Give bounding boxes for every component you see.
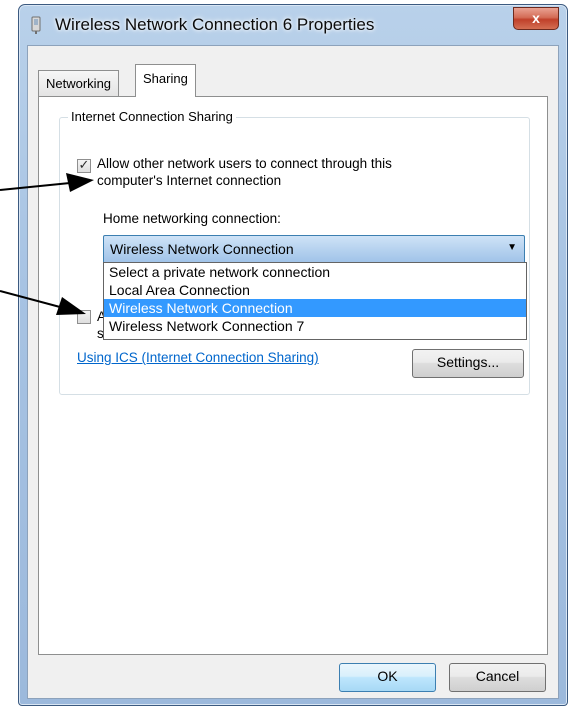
combo-selected-value: Wireless Network Connection — [110, 241, 294, 257]
title-bar[interactable]: Wireless Network Connection 6 Properties… — [19, 5, 567, 45]
tab-networking[interactable]: Networking — [38, 70, 120, 97]
allow-sharing-label-line1: Allow other network users to connect thr… — [97, 156, 392, 171]
dropdown-option[interactable]: Wireless Network Connection 7 — [104, 317, 526, 335]
chevron-down-icon: ▼ — [507, 242, 517, 253]
dropdown-option[interactable]: Select a private network connection — [104, 263, 526, 281]
tab-sharing-label: Sharing — [143, 71, 188, 86]
network-adapter-icon — [31, 16, 41, 34]
group-title: Internet Connection Sharing — [68, 109, 236, 124]
home-networking-label: Home networking connection: — [103, 211, 281, 226]
ics-groupbox: Internet Connection Sharing ✓ Allow othe… — [59, 109, 530, 395]
close-icon: x — [532, 10, 540, 26]
ics-help-link[interactable]: Using ICS (Internet Connection Sharing) — [77, 350, 319, 365]
cancel-button[interactable]: Cancel — [449, 663, 546, 692]
connection-dropdown-list: Select a private network connection Loca… — [103, 262, 527, 340]
tab-networking-label: Networking — [46, 76, 112, 91]
sharing-tab-panel: Internet Connection Sharing ✓ Allow othe… — [38, 96, 548, 655]
tab-sharing[interactable]: Sharing — [135, 64, 196, 97]
allow-sharing-checkbox[interactable]: ✓ — [77, 157, 91, 173]
settings-button[interactable]: Settings... — [412, 349, 524, 378]
dropdown-option[interactable]: Local Area Connection — [104, 281, 526, 299]
home-connection-combobox[interactable]: Wireless Network Connection ▼ — [103, 235, 525, 264]
checkmark-icon: ✓ — [78, 157, 90, 172]
dropdown-option-selected[interactable]: Wireless Network Connection — [104, 299, 526, 317]
ok-button[interactable]: OK — [339, 663, 436, 692]
window-title: Wireless Network Connection 6 Properties — [55, 15, 375, 34]
properties-window: Wireless Network Connection 6 Properties… — [18, 4, 568, 706]
allow-control-checkbox[interactable] — [77, 310, 91, 324]
close-button[interactable]: x — [513, 7, 559, 30]
client-area: Networking Sharing Internet Connection S… — [27, 45, 559, 699]
allow-sharing-label-line2: computer's Internet connection — [97, 173, 282, 188]
